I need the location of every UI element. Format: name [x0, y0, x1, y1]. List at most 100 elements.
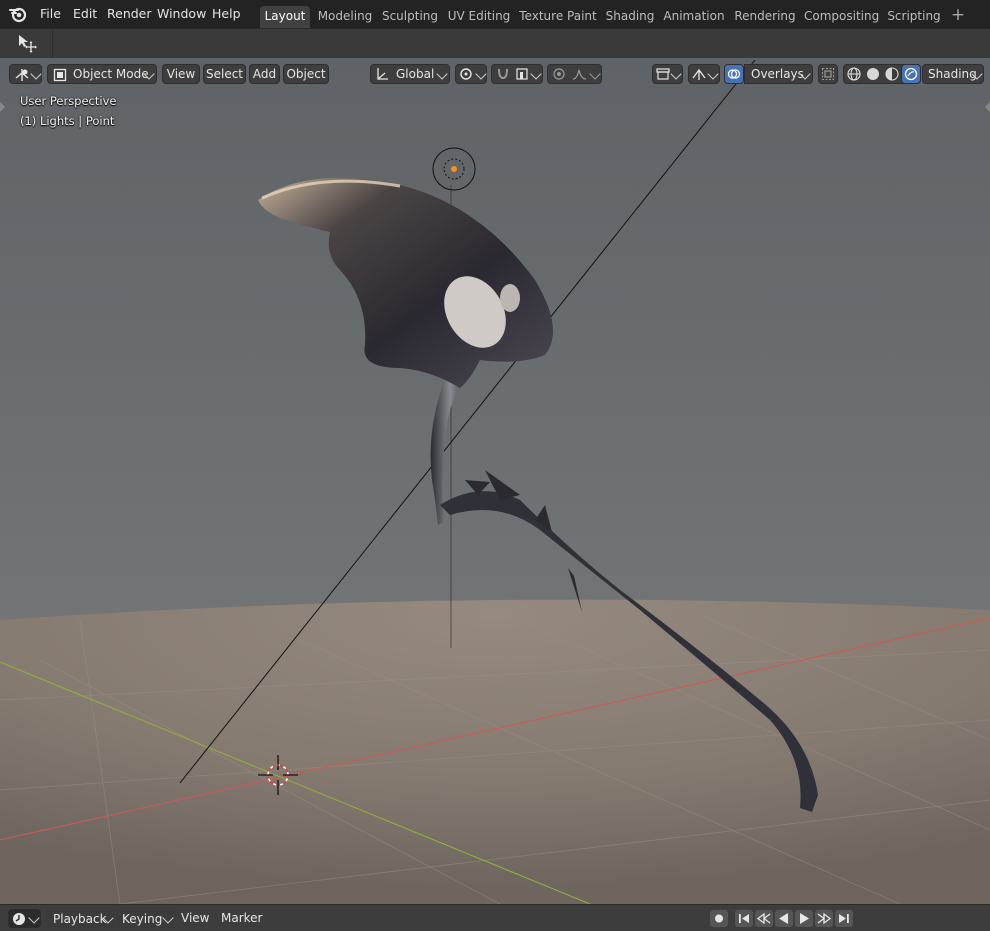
select-menu[interactable]: Select: [203, 64, 246, 84]
show-gizmo-icon: [692, 68, 706, 80]
record-icon: [715, 914, 723, 923]
view-menu[interactable]: View: [162, 64, 200, 84]
tab-sculpting[interactable]: Sculpting: [381, 6, 439, 28]
tab-scripting[interactable]: Scripting: [886, 6, 942, 28]
toolbar-divider: [52, 28, 53, 58]
chevron-down-icon: [28, 912, 40, 924]
menu-render[interactable]: Render: [107, 0, 152, 28]
tab-animation[interactable]: Animation: [663, 6, 725, 28]
snap-icon: [498, 68, 508, 80]
play-reverse-icon: [779, 913, 788, 924]
menu-file[interactable]: File: [40, 0, 61, 28]
proportional-edit-group[interactable]: [547, 64, 602, 84]
falloff-curve-icon: [572, 69, 587, 80]
solid-shading-icon[interactable]: [865, 66, 881, 82]
playback-menu[interactable]: Playback: [46, 909, 114, 928]
jump-start-icon: [739, 914, 749, 923]
editor-type-button[interactable]: [9, 64, 42, 84]
overlays-dropdown[interactable]: Overlays: [744, 64, 813, 84]
overlays-toggle[interactable]: [724, 64, 744, 84]
transform-orientation-label: Global: [396, 67, 435, 81]
play-button[interactable]: [795, 910, 813, 927]
timeline-marker-menu[interactable]: Marker: [221, 905, 262, 931]
chevron-down-icon: [707, 68, 719, 80]
snap-group[interactable]: [491, 64, 543, 84]
timeline-editor-type-button[interactable]: [8, 909, 41, 928]
tool-settings-bar: [0, 28, 990, 59]
timeline-view-menu[interactable]: View: [181, 905, 209, 931]
xray-toggle[interactable]: [818, 64, 838, 84]
overlays-icon: [727, 69, 741, 79]
play-icon: [800, 913, 809, 924]
select-move-tool-icon[interactable]: [16, 33, 38, 55]
gizmo-dropdown[interactable]: [688, 64, 720, 84]
viewport-header: Object Mode View Select Add Object Globa…: [0, 60, 990, 84]
material-preview-shading-icon[interactable]: [884, 66, 900, 82]
xray-icon: [822, 68, 834, 80]
proportional-edit-icon: [553, 68, 565, 80]
jump-keyframe-back-button[interactable]: [755, 910, 773, 927]
object-mode-label: Object Mode: [73, 67, 149, 81]
blender-logo-icon[interactable]: [8, 5, 28, 23]
menu-help[interactable]: Help: [212, 0, 241, 28]
rendered-shading-icon: [904, 67, 918, 81]
menu-edit[interactable]: Edit: [73, 0, 97, 28]
transform-pivot-dropdown[interactable]: [455, 64, 487, 84]
overlays-label: Overlays: [751, 67, 804, 81]
cap-highlight-small: [500, 284, 520, 312]
clock-icon: [13, 913, 25, 925]
transform-orientation-icon: [377, 68, 388, 80]
viewport-active-object-label: (1) Lights | Point: [20, 114, 115, 128]
shading-label: Shading: [928, 67, 977, 81]
add-menu[interactable]: Add: [249, 64, 280, 84]
chevron-down-icon: [162, 912, 174, 924]
jump-keyframe-forward-icon: [817, 912, 832, 925]
object-mode-dropdown[interactable]: Object Mode: [47, 64, 157, 84]
record-button[interactable]: [710, 910, 728, 927]
object-mode-icon: [53, 68, 67, 82]
object-type-visibility-icon: [656, 68, 670, 80]
tab-texture-paint[interactable]: Texture Paint: [519, 6, 597, 28]
rendered-shading-button[interactable]: [901, 64, 921, 84]
object-menu[interactable]: Object: [283, 64, 329, 84]
tab-uv-editing[interactable]: UV Editing: [447, 6, 511, 28]
tab-layout[interactable]: Layout: [260, 6, 310, 28]
sidebar-expand-arrow-icon[interactable]: [985, 102, 990, 112]
viewport-perspective-label: User Perspective: [20, 94, 117, 108]
jump-end-icon: [839, 914, 849, 923]
jump-keyframe-forward-button[interactable]: [815, 910, 833, 927]
viewport-scene[interactable]: [0, 58, 990, 904]
top-bar: File Edit Render Window Help Layout Mode…: [0, 0, 990, 28]
shading-dropdown[interactable]: Shading: [922, 64, 984, 84]
chevron-down-icon: [436, 68, 448, 80]
transform-pivot-icon: [460, 68, 472, 80]
chevron-down-icon: [589, 68, 601, 80]
jump-start-button[interactable]: [735, 910, 753, 927]
tab-modeling[interactable]: Modeling: [316, 6, 374, 28]
toolbar-expand-arrow-icon[interactable]: [0, 102, 5, 112]
transform-orientation-dropdown[interactable]: Global: [370, 64, 450, 84]
wireframe-shading-icon[interactable]: [846, 66, 862, 82]
add-workspace-button[interactable]: +: [950, 6, 966, 26]
snap-target-icon: [516, 68, 528, 80]
editor-type-icon: [15, 69, 29, 81]
jump-end-button[interactable]: [835, 910, 853, 927]
timeline-header: Playback Keying View Marker: [0, 904, 990, 931]
object-type-visibility-dropdown[interactable]: [652, 64, 683, 84]
playback-label: Playback: [53, 912, 107, 926]
tab-rendering[interactable]: Rendering: [734, 6, 796, 28]
chevron-down-icon: [475, 68, 487, 80]
jump-keyframe-back-icon: [756, 912, 771, 925]
play-reverse-button[interactable]: [775, 910, 793, 927]
chevron-down-icon: [530, 68, 542, 80]
keying-menu[interactable]: Keying: [117, 909, 175, 928]
tab-compositing[interactable]: Compositing: [804, 6, 879, 28]
chevron-down-icon: [670, 68, 682, 80]
tab-shading[interactable]: Shading: [604, 6, 656, 28]
keying-label: Keying: [122, 912, 163, 926]
menu-window[interactable]: Window: [157, 0, 206, 28]
3d-viewport[interactable]: Object Mode View Select Add Object Globa…: [0, 58, 990, 904]
shading-mode-group: [843, 64, 921, 84]
floor-plane: [0, 599, 990, 904]
chevron-down-icon: [30, 68, 42, 80]
